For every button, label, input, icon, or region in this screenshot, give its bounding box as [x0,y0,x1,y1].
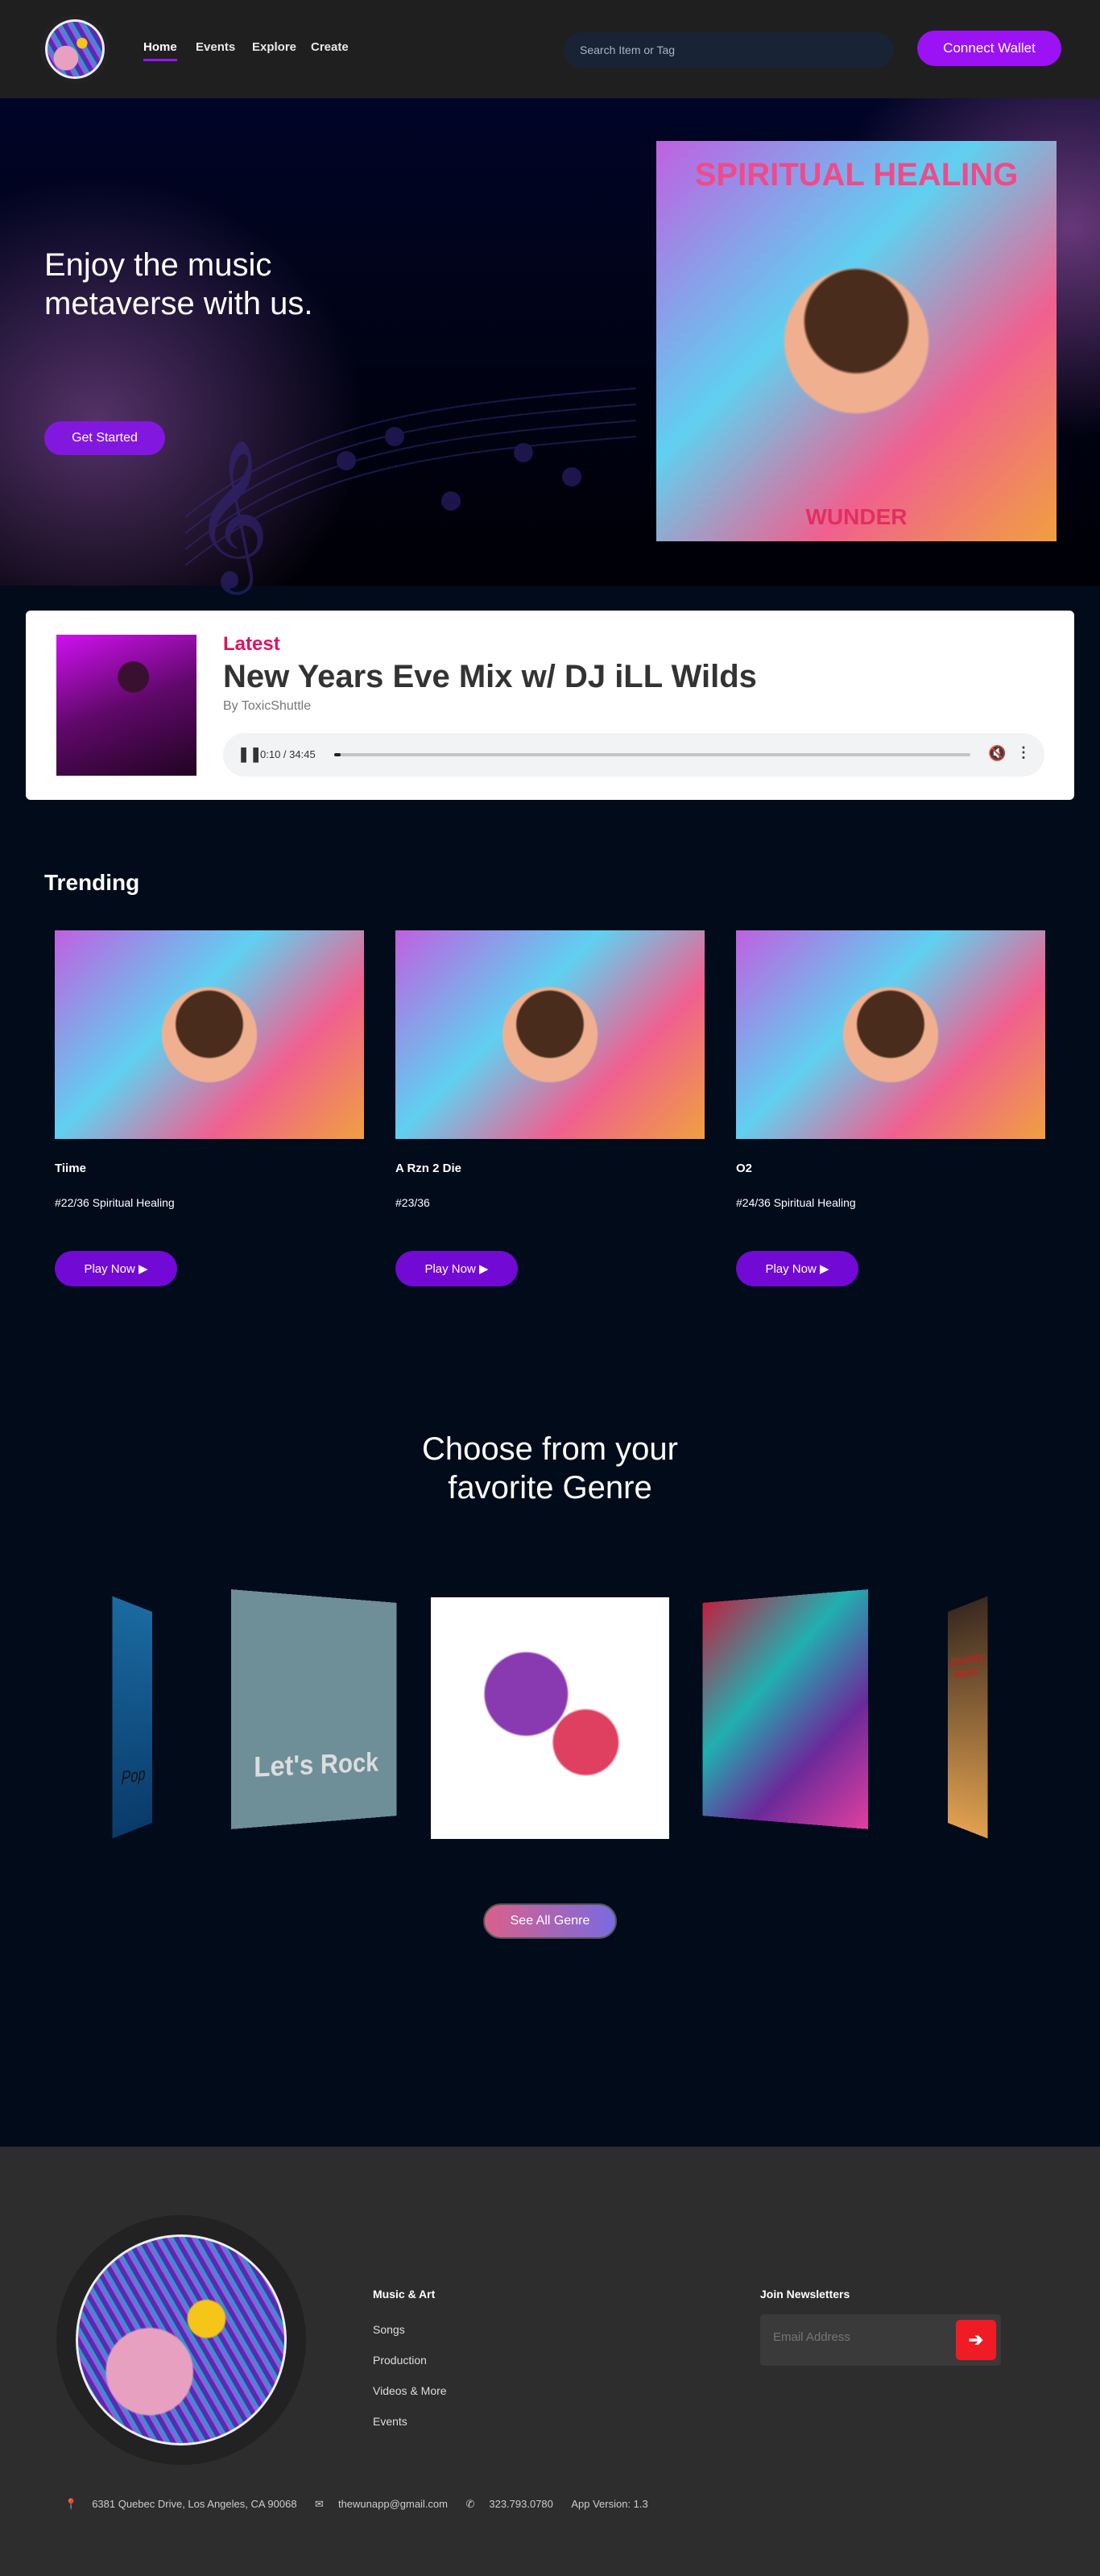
connect-wallet-button[interactable]: Connect Wallet [917,31,1061,66]
mail-icon: ✉ [315,2498,324,2510]
footer-phone[interactable]: 323.793.0780 [489,2498,553,2510]
app-version: App Version: 1.3 [571,2498,647,2510]
trending-card: A Rzn 2 Die #23/36 Play Now ▶ [395,930,705,1286]
footer-col2-title: Join Newsletters [760,2288,850,2301]
newsletter-submit-button[interactable]: ➔ [956,2320,996,2360]
phone-icon: ✆ [465,2498,474,2510]
play-circle-icon: ▶ [479,1262,489,1276]
trending-card: O2 #24/36 Spiritual Healing Play Now ▶ [736,930,1045,1286]
location-icon: 📍 [64,2498,77,2510]
album-art-spiritual-healing[interactable]: SPIRITUAL HEALING WUNDER [656,141,1057,541]
latest-card: Latest New Years Eve Mix w/ DJ iLL Wilds… [26,611,1074,800]
footer-link-songs[interactable]: Songs [373,2323,405,2336]
play-now-label: Play Now [84,1262,134,1276]
play-now-button[interactable]: Play Now ▶ [395,1251,518,1286]
footer-contact-row: 📍 6381 Quebec Drive, Los Angeles, CA 9006… [64,2497,663,2512]
latest-cover-image [56,635,196,776]
trending-cover-image[interactable] [395,930,705,1139]
get-started-button[interactable]: Get Started [44,421,165,455]
hero: Enjoy the music metaverse with us. Get S… [0,98,1100,586]
search-input[interactable] [564,32,894,68]
play-now-label: Play Now [424,1262,475,1276]
footer-link-production[interactable]: Production [373,2354,427,2367]
pause-icon[interactable]: ❚❚ [238,746,262,763]
album-artist-art: WUNDER [656,504,1057,530]
track-name: Tiime [55,1162,364,1175]
trending-title: Trending [44,870,139,896]
svg-text:𝄞: 𝄞 [193,437,270,595]
track-name: O2 [736,1162,1045,1175]
genre-title: Choose from your favorite Genre [0,1430,1100,1507]
logo[interactable] [40,14,110,84]
track-name: A Rzn 2 Die [395,1162,705,1175]
newsletter-form: ➔ [760,2314,1001,2366]
genre-card-doodle[interactable] [431,1597,669,1839]
site-header: Home Events Explore Create Connect Walle… [0,0,1100,98]
footer: Music & Art Songs Production Videos & Mo… [0,2147,1100,2576]
play-now-label: Play Now [765,1262,816,1276]
footer-col1-title: Music & Art [373,2288,435,2301]
trending-cover-image[interactable] [55,930,364,1139]
genre-card-rock[interactable]: Let's Rock [231,1589,397,1829]
genre-card-hiphop[interactable] [702,1589,868,1829]
play-circle-icon: ▶ [820,1262,829,1276]
genre-card-country[interactable]: Country Music [948,1597,987,1839]
nav-events[interactable]: Events [196,40,235,54]
email-input[interactable] [773,2330,950,2344]
track-subtitle: #24/36 Spiritual Healing [736,1196,1045,1209]
play-now-button[interactable]: Play Now ▶ [55,1251,177,1286]
track-subtitle: #22/36 Spiritual Healing [55,1196,364,1209]
trending-card: Tiime #22/36 Spiritual Healing Play Now … [55,930,364,1286]
play-circle-icon: ▶ [139,1262,148,1276]
hero-title: Enjoy the music metaverse with us. [44,246,366,323]
audio-progress-slider[interactable] [334,753,970,756]
arrow-right-icon: ➔ [969,2330,983,2350]
footer-address: 6381 Quebec Drive, Los Angeles, CA 90068 [92,2498,296,2510]
more-options-icon[interactable]: ⋮ [1016,744,1031,761]
audio-player: ❚❚ 0:10 / 34:45 🔇 ⋮ [223,733,1044,777]
genre-title-line1: Choose from your [0,1430,1100,1468]
nav-home[interactable]: Home [143,40,177,61]
latest-author: By ToxicShuttle [223,699,311,714]
footer-logo [56,2215,306,2465]
footer-email[interactable]: thewunapp@gmail.com [338,2498,448,2510]
play-now-button[interactable]: Play Now ▶ [736,1251,858,1286]
footer-link-videos[interactable]: Videos & More [373,2384,447,2397]
album-title-art: SPIRITUAL HEALING [656,157,1057,193]
track-subtitle: #23/36 [395,1196,705,1209]
mute-icon[interactable]: 🔇 [988,745,1006,762]
latest-title: New Years Eve Mix w/ DJ iLL Wilds [223,659,757,695]
footer-link-events[interactable]: Events [373,2415,407,2428]
audio-time: 0:10 / 34:45 [260,748,316,760]
latest-label: Latest [223,633,280,656]
nav-create[interactable]: Create [311,40,349,54]
see-all-genre-button[interactable]: See All Genre [483,1903,617,1939]
trending-cover-image[interactable] [736,930,1045,1139]
nav-explore[interactable]: Explore [252,40,296,54]
genre-card-pop[interactable]: Pop [113,1597,152,1839]
genre-title-line2: favorite Genre [0,1468,1100,1507]
